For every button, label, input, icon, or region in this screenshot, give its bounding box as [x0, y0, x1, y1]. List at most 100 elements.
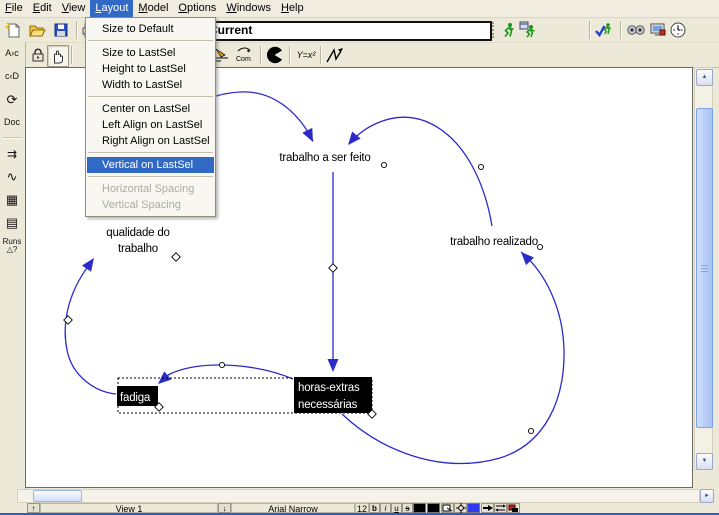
arrow-fadiga-to-qualidade[interactable]	[65, 260, 116, 394]
arrow-width-button[interactable]	[494, 503, 507, 513]
equation-editor-button[interactable]: Y=x²	[294, 45, 318, 65]
node-handle[interactable]	[172, 253, 180, 261]
position-button[interactable]	[454, 503, 467, 513]
menu-item-size-to-lastsel[interactable]: Size to LastSel	[86, 45, 215, 61]
shape-selector-button[interactable]	[441, 503, 454, 513]
horizontal-scroll-track[interactable]	[17, 489, 700, 503]
loops-tool[interactable]: ⟳	[0, 88, 24, 111]
menu-options[interactable]: Options	[173, 0, 221, 17]
new-file-icon	[4, 21, 22, 39]
vertical-scroll-thumb[interactable]	[696, 108, 713, 428]
box-color-swatch[interactable]	[427, 503, 440, 513]
underline-button[interactable]: u	[391, 503, 402, 513]
menu-view[interactable]: View	[57, 0, 91, 17]
menu-item-center-on-lastsel[interactable]: Center on LastSel	[86, 101, 215, 117]
reference-mode-button[interactable]	[325, 45, 345, 65]
move-tool-button[interactable]	[47, 45, 69, 67]
arrow-handle[interactable]	[478, 164, 483, 169]
causes-tree-tool[interactable]: A›c	[0, 42, 24, 65]
scroll-down-button[interactable]: ▼	[696, 453, 713, 470]
node-label[interactable]: trabalho realizado	[450, 236, 538, 248]
new-file-button[interactable]	[3, 20, 23, 40]
menu-bar: FileEditViewLayoutModelOptionsWindowsHel…	[0, 0, 719, 18]
node-handle[interactable]	[537, 244, 542, 249]
arrow-horas-extras-to-fadiga[interactable]	[159, 365, 293, 383]
menu-item-size-to-default[interactable]: Size to Default	[86, 21, 215, 37]
arrow-handle[interactable]	[219, 362, 224, 367]
horizontal-scroll-thumb[interactable]	[33, 490, 82, 502]
node-handle[interactable]	[381, 162, 386, 167]
node-trabalho-realizado[interactable]: trabalho realizado	[450, 236, 538, 248]
menu-item-vertical-spacing[interactable]: Vertical Spacing	[86, 197, 215, 213]
menu-item-height-to-lastsel[interactable]: Height to LastSel	[86, 61, 215, 77]
node-label[interactable]: fadiga	[120, 392, 151, 404]
toolbar-separator	[289, 46, 291, 64]
table-time-tool[interactable]: ▤	[0, 211, 24, 234]
view-down-button[interactable]: ↓	[218, 503, 231, 513]
arrow-handle[interactable]	[329, 264, 337, 272]
menu-windows[interactable]: Windows	[221, 0, 276, 17]
lock-tool-button[interactable]	[28, 45, 48, 65]
italic-button[interactable]: i	[380, 503, 391, 513]
model-settings-button[interactable]	[626, 20, 646, 40]
menu-edit[interactable]: Edit	[28, 0, 57, 17]
font-name-field[interactable]: Arial Narrow	[231, 503, 355, 513]
vertical-scrollbar[interactable]: ▲ ▼	[694, 67, 713, 470]
node-qualidade-do-trabalho[interactable]: qualidade do trabalho	[106, 227, 169, 255]
arrow-handle[interactable]	[528, 428, 533, 433]
check-model-button[interactable]	[594, 20, 614, 40]
line-width-icon	[495, 504, 506, 512]
run-setup-button[interactable]	[518, 20, 538, 40]
table-tool[interactable]: ▦	[0, 188, 24, 211]
arrow-trabalho-realizado-to-trabalho-a-ser-feito[interactable]	[349, 117, 492, 226]
open-file-button[interactable]	[27, 20, 47, 40]
comment-tool-button[interactable]: Com	[233, 45, 257, 65]
font-size-field[interactable]: 12	[355, 503, 369, 513]
save-button[interactable]	[51, 20, 71, 40]
scroll-up-button[interactable]: ▲	[696, 69, 713, 86]
polarity-button[interactable]	[507, 503, 520, 513]
strikethrough-button[interactable]: s	[402, 503, 413, 513]
menu-help[interactable]: Help	[276, 0, 309, 17]
output-window-button[interactable]	[648, 20, 668, 40]
runs-compare-tool[interactable]: Runs △?	[0, 234, 24, 257]
runner-window-icon	[519, 21, 537, 39]
arrow-style-button[interactable]	[481, 503, 494, 513]
node-label[interactable]: qualidade do	[106, 227, 169, 239]
status-bar: ↑ View 1 ↓ Arial Narrow 12 b i u s	[0, 503, 719, 513]
text-color-swatch[interactable]	[413, 503, 426, 513]
menu-item-horizontal-spacing[interactable]: Horizontal Spacing	[86, 181, 215, 197]
view-name-field[interactable]: View 1	[40, 503, 218, 513]
menu-model[interactable]: Model	[133, 0, 173, 17]
scroll-right-button[interactable]: ►	[700, 489, 714, 503]
node-label[interactable]: necessárias	[298, 399, 358, 411]
node-fadiga-selected[interactable]: fadiga	[117, 386, 158, 406]
menu-file[interactable]: File	[0, 0, 28, 17]
causes-strip-tool[interactable]: ⇉	[0, 142, 24, 165]
graph-tool[interactable]: ∿	[0, 165, 24, 188]
uses-tree-tool[interactable]: c‹D	[0, 65, 24, 88]
menu-layout[interactable]: Layout	[90, 0, 133, 17]
arrow-color-swatch[interactable]	[467, 503, 480, 513]
node-horas-extras-selected[interactable]: horas-extras necessárias	[294, 377, 372, 413]
delete-tool-button[interactable]	[265, 45, 285, 65]
time-axis-button[interactable]	[668, 20, 688, 40]
shape-icon	[442, 504, 453, 512]
node-trabalho-a-ser-feito[interactable]: trabalho a ser feito	[279, 152, 370, 164]
dataset-field[interactable]: Current	[203, 21, 492, 41]
node-label[interactable]: horas-extras	[298, 382, 360, 394]
toolbar-separator	[260, 46, 262, 64]
monitor-icon	[649, 22, 667, 38]
menu-item-right-align-on-lastsel[interactable]: Right Align on LastSel	[86, 133, 215, 149]
run-simulation-button[interactable]	[498, 20, 518, 40]
menu-item-left-align-on-lastsel[interactable]: Left Align on LastSel	[86, 117, 215, 133]
view-up-button[interactable]: ↑	[27, 503, 40, 513]
node-label[interactable]: trabalho	[118, 243, 158, 255]
clock-gauge-icon	[669, 21, 687, 39]
menu-item-vertical-on-lastsel[interactable]: Vertical on LastSel	[87, 157, 214, 173]
bold-button[interactable]: b	[369, 503, 380, 513]
menu-item-width-to-lastsel[interactable]: Width to LastSel	[86, 77, 215, 93]
node-label[interactable]: trabalho a ser feito	[279, 152, 370, 164]
document-tool[interactable]: Doc	[0, 111, 24, 134]
horizontal-scrollbar[interactable]: ◄ ►	[0, 489, 719, 503]
